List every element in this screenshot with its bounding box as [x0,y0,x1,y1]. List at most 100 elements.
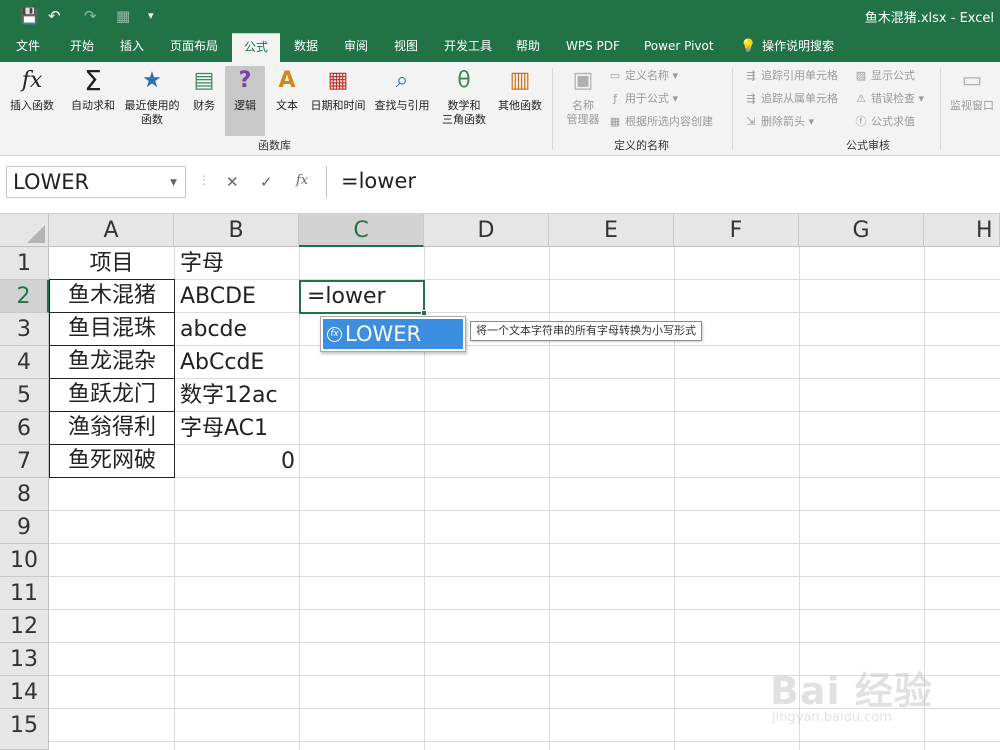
select-all-corner[interactable] [0,214,49,247]
tab-formulas[interactable]: 公式 [232,33,280,62]
name-box[interactable]: LOWER [6,166,186,198]
recent-functions-button[interactable]: ★ 最近使用的 函数 [122,66,182,127]
cell-b6[interactable]: 字母AC1 [180,412,298,445]
cell-c2-editor[interactable]: =lower [299,280,425,314]
cell-b7[interactable]: 0 [176,445,295,478]
cell-a6[interactable]: 渔翁得利 [49,411,175,445]
error-checking-button[interactable]: ⚠ 错误检查 ▾ [854,91,924,107]
trace-precedents-button[interactable]: ⇶ 追踪引用单元格 [744,68,838,84]
cell-b3[interactable]: abcde [180,313,298,346]
tab-view[interactable]: 视图 [390,33,422,62]
cell-a7[interactable]: 鱼死网破 [49,444,175,478]
trace-dependents-button[interactable]: ⇶ 追踪从属单元格 [744,91,838,107]
column-header-e[interactable]: E [549,214,674,247]
tab-help[interactable]: 帮助 [512,33,544,62]
row-header-8[interactable]: 8 [0,478,49,511]
finance-book-icon: ▤ [193,68,215,93]
insert-function-icon[interactable]: fx [296,173,308,188]
formula-input[interactable]: =lower [326,166,1000,198]
math-trig-button[interactable]: θ 数学和 三角函数 [436,66,492,127]
column-header-b[interactable]: B [174,214,299,247]
form-icon[interactable]: ▦ [116,6,130,26]
cell-a1[interactable]: 项目 [49,247,174,280]
cell-b5[interactable]: 数字12ac [180,379,298,412]
watch-window-button[interactable]: ▭ 监视窗口 [946,66,998,113]
grid-line [49,543,1000,544]
cell-b4[interactable]: AbCcdE [180,346,298,379]
insert-function-button[interactable]: fx 插入函数 [6,66,58,113]
create-from-selection-button[interactable]: ▦ 根据所选内容创建 [608,114,713,130]
row-header-1[interactable]: 1 [0,247,49,280]
lookup-reference-button[interactable]: ⌕ 查找与引用 [372,66,432,113]
column-header-h[interactable]: H [924,214,1000,247]
remove-arrows-button[interactable]: ⇲ 删除箭头 ▾ [744,114,814,130]
tab-developer[interactable]: 开发工具 [440,33,496,62]
autocomplete-item-lower[interactable]: fx LOWER [323,319,463,349]
ribbon-separator [732,68,733,150]
grid-line [49,510,1000,511]
lightbulb-icon: 💡 [740,39,757,54]
grid-line [49,609,1000,610]
column-header-g[interactable]: G [799,214,924,247]
tab-power-pivot[interactable]: Power Pivot [640,33,718,62]
autosum-button[interactable]: Σ 自动求和 [66,66,120,113]
row-header-15[interactable]: 15 [0,709,49,750]
column-header-a[interactable]: A [49,214,174,247]
use-in-formula-button[interactable]: ƒ 用于公式 ▾ [608,91,678,107]
group-defined-names-label: 定义的名称 [614,139,669,152]
financial-button[interactable]: ▤ 财务 [186,66,222,113]
row-header-9[interactable]: 9 [0,511,49,544]
define-name-button[interactable]: ▭ 定义名称 ▾ [608,68,678,84]
undo-icon[interactable]: ↶ [48,6,61,26]
ribbon-separator [940,68,941,150]
cell-a2[interactable]: 鱼木混猪 [49,279,175,313]
column-header-c[interactable]: C [299,214,424,247]
ribbon: fx 插入函数 Σ 自动求和 ★ 最近使用的 函数 ▤ 财务 ? 逻辑 A 文本… [0,62,1000,156]
lookup-book-icon: ⌕ [395,68,409,93]
redo-icon[interactable]: ↷ [84,6,97,26]
column-header-d[interactable]: D [424,214,549,247]
cell-a5[interactable]: 鱼跃龙门 [49,378,175,412]
customize-toolbar-icon[interactable]: ▾ [148,6,154,26]
row-header-5[interactable]: 5 [0,379,49,412]
tab-insert[interactable]: 插入 [116,33,148,62]
tab-data[interactable]: 数据 [290,33,322,62]
cell-a4[interactable]: 鱼龙混杂 [49,345,175,379]
cell-b1[interactable]: 字母 [180,247,298,280]
tell-me-search[interactable]: 操作说明搜索 [758,33,838,62]
row-header-11[interactable]: 11 [0,577,49,610]
tab-wps-pdf[interactable]: WPS PDF [562,33,624,62]
enter-icon[interactable]: ✓ [260,173,273,191]
text-button[interactable]: A 文本 [270,66,304,113]
name-manager-button[interactable]: ▣ 名称 管理器 [560,66,606,127]
evaluate-formula-button[interactable]: ⓕ 公式求值 [854,114,916,130]
tab-page-layout[interactable]: 页面布局 [166,33,222,62]
row-header-4[interactable]: 4 [0,346,49,379]
more-functions-button[interactable]: ▥ 其他函数 [494,66,546,113]
row-header-10[interactable]: 10 [0,544,49,577]
column-header-f[interactable]: F [674,214,799,247]
more-book-icon: ▥ [509,68,531,93]
row-header-6[interactable]: 6 [0,412,49,445]
row-header-14[interactable]: 14 [0,676,49,709]
row-header-2[interactable]: 2 [0,280,49,313]
row-header-7[interactable]: 7 [0,445,49,478]
cell-a3[interactable]: 鱼目混珠 [49,312,175,346]
tab-home[interactable]: 开始 [66,33,98,62]
row-header-3[interactable]: 3 [0,313,49,346]
row-header-13[interactable]: 13 [0,643,49,676]
tab-review[interactable]: 审阅 [340,33,372,62]
cell-b2[interactable]: ABCDE [180,280,298,313]
row-header-12[interactable]: 12 [0,610,49,643]
show-formulas-button[interactable]: ▨ 显示公式 [854,68,915,84]
question-book-icon: ? [238,68,252,93]
cancel-icon[interactable]: ✕ [226,173,239,191]
title-bar: 💾 ↶ ↷ ▦ ▾ 鱼木混猪.xlsx - Excel [0,0,1000,33]
save-icon[interactable]: 💾 [20,6,39,26]
date-time-button[interactable]: ▦ 日期和时间 [308,66,368,113]
window-title: 鱼木混猪.xlsx - Excel [864,11,994,26]
tab-file[interactable]: 文件 [12,33,44,62]
logical-button[interactable]: ? 逻辑 [225,66,265,136]
name-manager-icon: ▣ [572,68,594,93]
name-box-dropdown-icon[interactable]: ▼ [170,178,177,188]
